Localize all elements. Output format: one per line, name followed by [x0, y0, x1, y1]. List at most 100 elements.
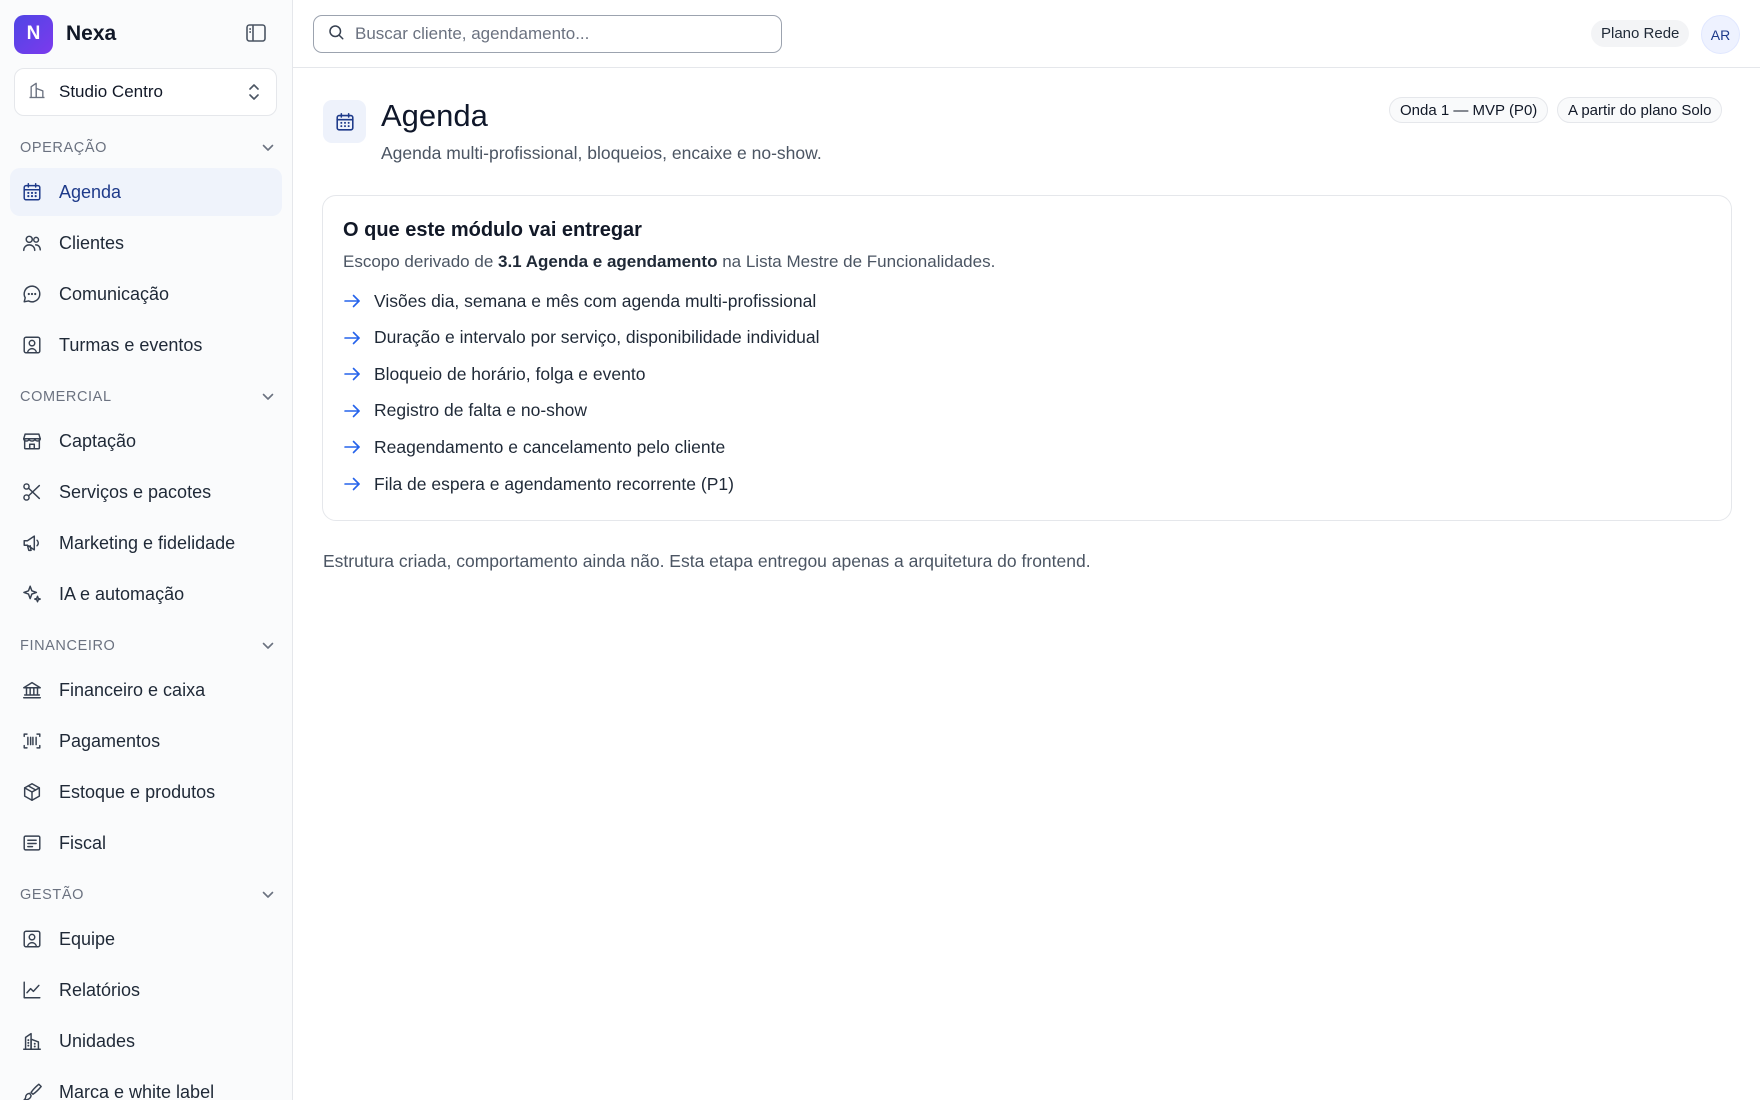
arrow-right-icon	[343, 294, 363, 308]
arrow-right-icon	[343, 331, 363, 345]
megaphone-icon	[20, 531, 44, 555]
sidebar-item-marketing-e-fidelidade[interactable]: Marketing e fidelidade	[10, 519, 282, 567]
section-header-0[interactable]: OPERAÇÃO	[20, 137, 274, 159]
brand-logo: N	[14, 14, 53, 54]
module-scope-card: O que este módulo vai entregar Escopo de…	[322, 195, 1732, 521]
sidebar-item-turmas-e-eventos[interactable]: Turmas e eventos	[10, 321, 282, 369]
avatar[interactable]: AR	[1701, 15, 1740, 54]
store-icon	[20, 429, 44, 453]
list-item: Registro de falta e no-show	[343, 398, 587, 424]
arrow-right-icon	[343, 440, 363, 454]
arrow-right-icon	[343, 404, 363, 418]
sidebar-item-label: Marketing e fidelidade	[59, 532, 236, 553]
section-label: GESTÃO	[20, 887, 85, 903]
scissors-icon	[20, 480, 44, 504]
sidebar-item-label: Unidades	[59, 1030, 136, 1051]
topbar: Plano Rede AR	[293, 0, 1760, 68]
section-header-3[interactable]: GESTÃO	[20, 884, 274, 906]
sidebar-item-servi-os-e-pacotes[interactable]: Serviços e pacotes	[10, 468, 282, 516]
card-desc-prefix: Escopo derivado de	[343, 252, 498, 271]
sidebar-item-marca-e-white-label[interactable]: Marca e white label	[10, 1068, 282, 1100]
sidebar-toggle-icon[interactable]	[246, 24, 268, 44]
sidebar-item-label: Fiscal	[59, 832, 107, 853]
building-icon	[20, 1029, 44, 1053]
feature-text: Registro de falta e no-show	[374, 400, 588, 421]
chevron-down-icon	[262, 389, 274, 405]
sidebar-item-label: Pagamentos	[59, 730, 161, 751]
list-item: Visões dia, semana e mês com agenda mult…	[343, 288, 816, 314]
feature-text: Bloqueio de horário, folga e evento	[374, 363, 646, 384]
sidebar-item-estoque-e-produtos[interactable]: Estoque e produtos	[10, 768, 282, 816]
sidebar-item-label: Serviços e pacotes	[59, 481, 212, 502]
section-header-1[interactable]: COMERCIAL	[20, 386, 274, 408]
sidebar-item-unidades[interactable]: Unidades	[10, 1017, 282, 1065]
wave-badge: Onda 1 — MVP (P0)	[1389, 97, 1549, 123]
sparkles-icon	[20, 582, 44, 606]
feature-text: Fila de espera e agendamento recorrente …	[374, 473, 734, 494]
unit-selector-value: Studio Centro	[59, 82, 163, 101]
sidebar-item-label: Financeiro e caixa	[59, 679, 206, 700]
brand[interactable]: N Nexa	[14, 14, 117, 54]
sidebar-item-ia-e-automa-o[interactable]: IA e automação	[10, 570, 282, 618]
card-desc-source: 3.1 Agenda e agendamento	[498, 252, 718, 271]
sidebar: N Nexa Studio Centro OPERAÇÃO Agenda Clien…	[0, 0, 293, 1100]
sidebar-item-label: Estoque e produtos	[59, 781, 216, 802]
line-chart-icon	[20, 978, 44, 1002]
sidebar-item-label: Equipe	[59, 928, 116, 949]
receipt-icon	[20, 831, 44, 855]
section-label: OPERAÇÃO	[20, 140, 107, 156]
feature-text: Duração e intervalo por serviço, disponi…	[374, 327, 820, 348]
sidebar-item-capta-o[interactable]: Captação	[10, 417, 282, 465]
chevron-down-icon	[262, 638, 274, 654]
list-item: Fila de espera e agendamento recorrente …	[343, 471, 734, 497]
feature-text: Visões dia, semana e mês com agenda mult…	[374, 290, 817, 311]
plan-requirement-badge: A partir do plano Solo	[1557, 97, 1723, 123]
calendar-icon	[20, 180, 44, 204]
list-item: Duração e intervalo por serviço, disponi…	[343, 325, 820, 351]
sidebar-item-relat-rios[interactable]: Relatórios	[10, 966, 282, 1014]
sidebar-item-fiscal[interactable]: Fiscal	[10, 819, 282, 867]
sidebar-item-label: Relatórios	[59, 979, 141, 1000]
section-label: FINANCEIRO	[20, 638, 116, 654]
section-header-2[interactable]: FINANCEIRO	[20, 635, 274, 657]
card-desc-suffix: na Lista Mestre de Funcionalidades.	[717, 252, 996, 271]
chevron-down-icon	[262, 140, 274, 156]
sidebar-item-clientes[interactable]: Clientes	[10, 219, 282, 267]
sidebar-item-comunica-o[interactable]: Comunicação	[10, 270, 282, 318]
sidebar-item-label: Agenda	[59, 181, 122, 202]
search-box[interactable]	[313, 15, 782, 53]
sidebar-item-equipe[interactable]: Equipe	[10, 915, 282, 963]
arrow-right-icon	[343, 477, 363, 491]
unit-selector[interactable]: Studio Centro	[14, 68, 277, 116]
barcode-icon	[20, 729, 44, 753]
card-description: Escopo derivado de 3.1 Agenda e agendame…	[343, 252, 995, 272]
section-label: COMERCIAL	[20, 389, 112, 405]
user-square-icon	[20, 927, 44, 951]
sidebar-item-label: Turmas e eventos	[59, 334, 203, 355]
page-title: Agenda	[381, 98, 488, 133]
card-title: O que este módulo vai entregar	[343, 219, 642, 241]
sidebar-item-agenda[interactable]: Agenda	[10, 168, 282, 216]
building-icon	[27, 80, 47, 105]
sidebar-item-financeiro-e-caixa[interactable]: Financeiro e caixa	[10, 666, 282, 714]
search-input[interactable]	[355, 24, 775, 44]
sidebar-item-label: Comunicação	[59, 283, 170, 304]
feature-text: Reagendamento e cancelamento pelo client…	[374, 436, 726, 457]
package-icon	[20, 780, 44, 804]
sidebar-item-label: IA e automação	[59, 583, 185, 604]
list-item: Bloqueio de horário, folga e evento	[343, 361, 645, 387]
page-subtitle: Agenda multi-profissional, bloqueios, en…	[381, 143, 822, 163]
sidebar-item-label: Marca e white label	[59, 1081, 215, 1100]
users-icon	[20, 231, 44, 255]
sidebar-item-pagamentos[interactable]: Pagamentos	[10, 717, 282, 765]
search-icon	[327, 23, 345, 46]
footnote: Estrutura criada, comportamento ainda nã…	[323, 551, 1091, 571]
plan-badge: Plano Rede	[1591, 20, 1690, 47]
user-square-icon	[20, 333, 44, 357]
bank-icon	[20, 678, 44, 702]
brand-name: Nexa	[66, 22, 117, 45]
sidebar-item-label: Captação	[59, 430, 137, 451]
calendar-icon	[323, 100, 366, 143]
list-item: Reagendamento e cancelamento pelo client…	[343, 434, 725, 460]
sidebar-item-label: Clientes	[59, 232, 125, 253]
